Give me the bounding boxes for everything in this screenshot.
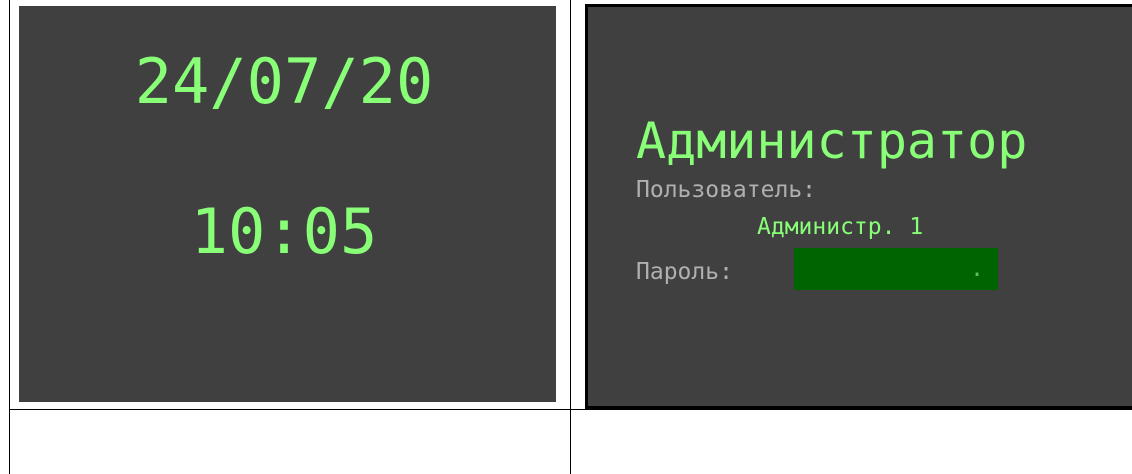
password-label: Пароль: [636, 259, 733, 285]
table-divider-vertical [570, 0, 571, 474]
clock-screen: 24/07/20 10:05 [19, 6, 556, 402]
date-display: 24/07/20 [134, 45, 434, 118]
table-border-left [9, 0, 10, 474]
role-title: Администратор [636, 112, 1028, 170]
password-field[interactable] [794, 248, 998, 290]
table-divider-horizontal [9, 409, 1132, 410]
user-label: Пользователь: [636, 177, 817, 203]
time-display: 10:05 [190, 195, 378, 268]
login-screen: Администратор Пользователь: Администр. 1… [585, 4, 1132, 409]
user-value[interactable]: Администр. 1 [757, 213, 923, 241]
